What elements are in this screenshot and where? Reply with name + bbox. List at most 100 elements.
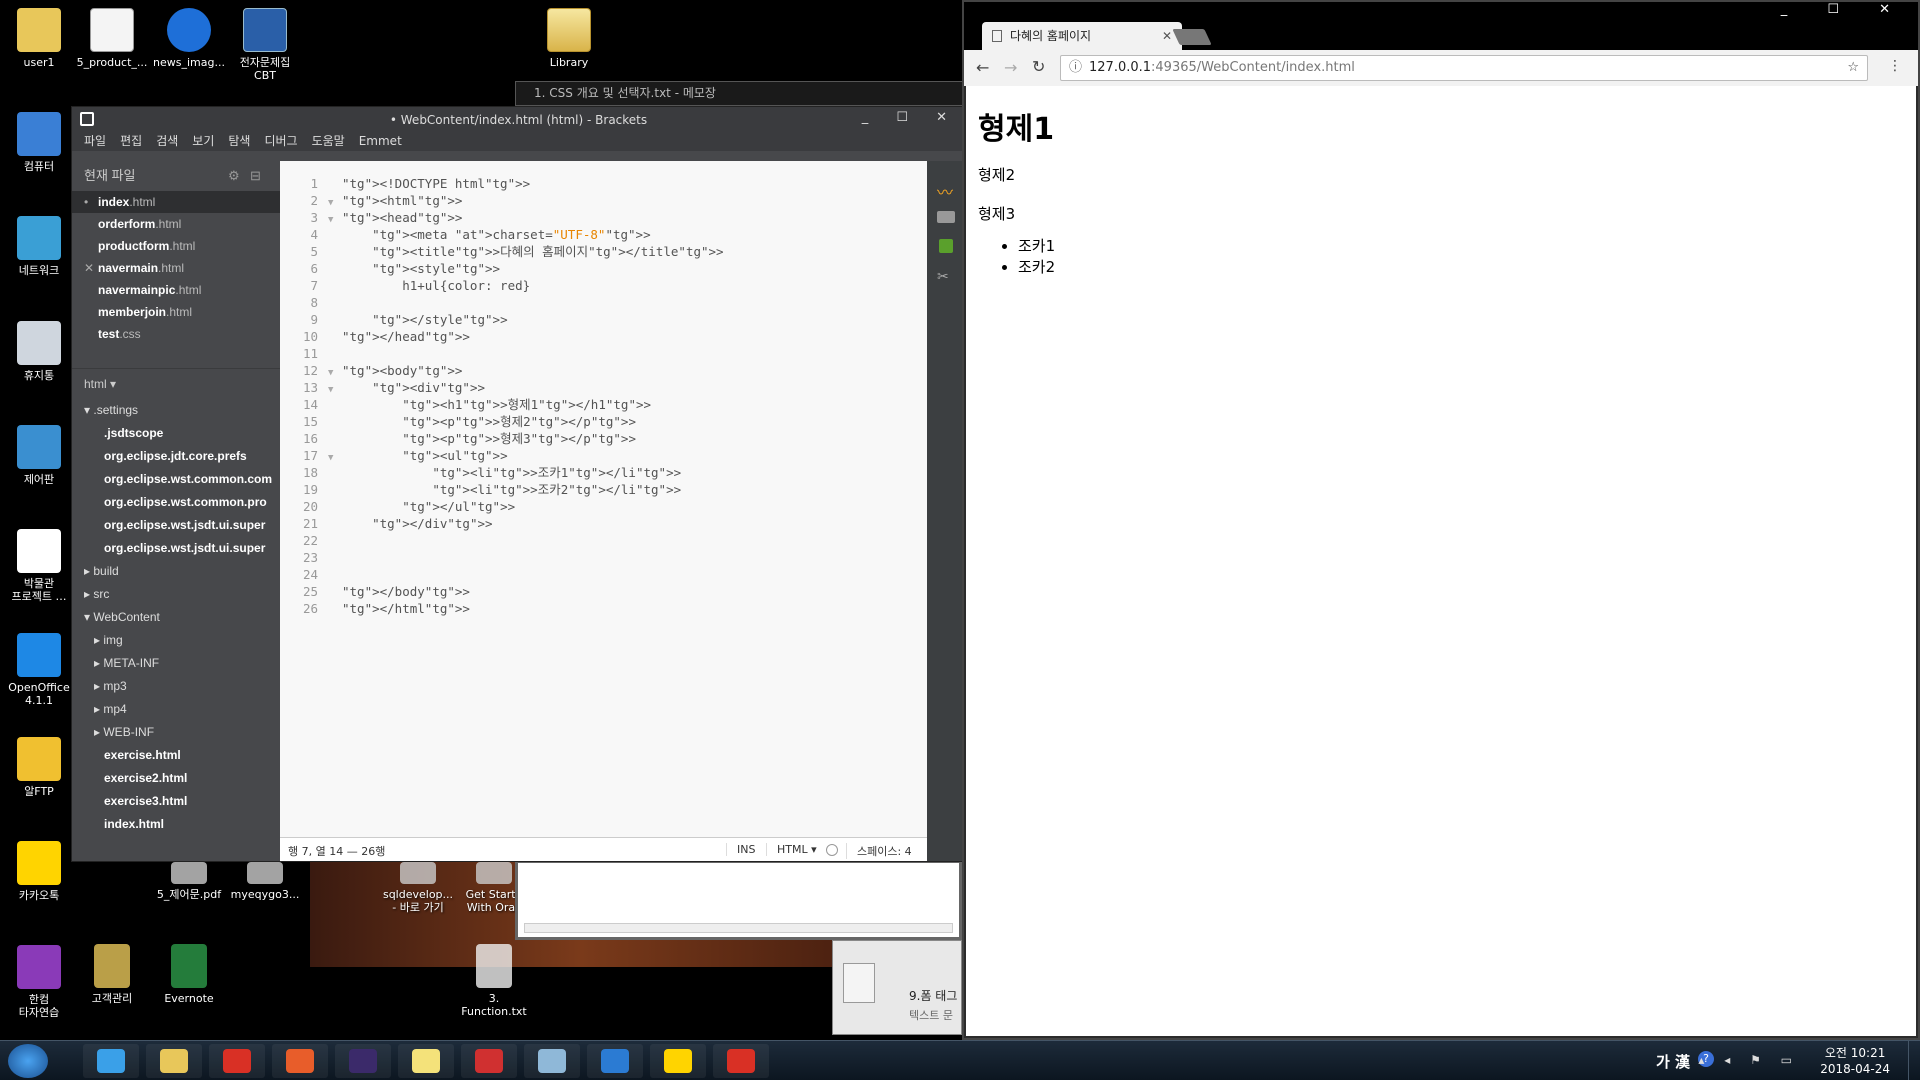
clock[interactable]: 오전 10:21 2018-04-24	[1820, 1045, 1890, 1077]
desktop-icon[interactable]: 박물관 프로젝트 …	[0, 529, 78, 603]
chrome-window[interactable]: 다혜의 홈페이지 ✕ _ ☐ ✕ ← → ↻ ⓘ 127.0.0.1:49365…	[962, 0, 1920, 1040]
tree-item[interactable]: ▸ build	[84, 560, 280, 583]
tree-item[interactable]: ▸ WEB-INF	[84, 721, 280, 744]
taskbar-sticky-button[interactable]	[398, 1044, 454, 1078]
taskbar-snipping-button[interactable]	[461, 1044, 517, 1078]
desktop-icon[interactable]: 알FTP	[0, 737, 78, 798]
tree-item[interactable]: ▾ .settings	[84, 399, 280, 422]
tree-item[interactable]: exercise2.html	[84, 767, 280, 790]
desktop-icon[interactable]: OpenOffice 4.1.1	[0, 633, 78, 707]
working-file-item[interactable]: • index.html	[72, 191, 280, 213]
tree-item[interactable]: ▸ src	[84, 583, 280, 606]
desktop-icon[interactable]: Library	[530, 8, 608, 69]
code-line[interactable]: 14 "tg"><h1"tg">>형제1"tg"></h1"tg">>	[280, 396, 928, 413]
code-line[interactable]: 15 "tg"><p"tg">>형제2"tg"></p"tg">>	[280, 413, 928, 430]
tree-item[interactable]: org.eclipse.wst.common.com	[84, 468, 280, 491]
working-file-item[interactable]: productform.html	[72, 235, 280, 257]
code-line[interactable]: 16 "tg"><p"tg">>형제3"tg"></p"tg">>	[280, 430, 928, 447]
code-line[interactable]: 20 "tg"></ul"tg">>	[280, 498, 928, 515]
code-editor[interactable]: 1 "tg"><!DOCTYPE html"tg">> 2 ▼ "tg"><html"t…	[280, 161, 928, 837]
code-line[interactable]: 6 "tg"><style"tg">>	[280, 260, 928, 277]
desktop-icon[interactable]: 한컴 타자연습	[0, 945, 78, 1019]
language-select[interactable]: HTML ▾	[766, 843, 817, 856]
new-tab-button[interactable]	[1172, 29, 1212, 45]
code-line[interactable]: 17 ▼ "tg"><ul"tg">>	[280, 447, 928, 464]
code-line[interactable]: 11	[280, 345, 928, 362]
taskbar-ie-button[interactable]	[83, 1044, 139, 1078]
desktop-icon[interactable]: Evernote	[150, 944, 228, 1005]
menu-icon[interactable]: ⋮	[1888, 58, 1902, 74]
menu-item[interactable]: Emmet	[359, 131, 402, 151]
taskbar-notepad-button[interactable]	[524, 1044, 580, 1078]
tree-item[interactable]: index.html	[84, 813, 280, 836]
working-file-item[interactable]: memberjoin.html	[72, 301, 280, 323]
tree-item[interactable]: org.eclipse.wst.jsdt.ui.super	[84, 537, 280, 560]
code-line[interactable]: 5 "tg"><title"tg">>다혜의 홈페이지"tg"></title"…	[280, 243, 928, 260]
desktop-icon[interactable]: 5_product_...	[73, 8, 151, 69]
chrome-window-controls[interactable]: _ ☐ ✕	[1781, 2, 1908, 17]
code-line[interactable]: 19 "tg"><li"tg">>조카2"tg"></li"tg">>	[280, 481, 928, 498]
menu-item[interactable]: 보기	[192, 131, 214, 151]
code-line[interactable]: 13 ▼ "tg"><div"tg">>	[280, 379, 928, 396]
tab-close-icon[interactable]: ✕	[1162, 22, 1172, 50]
notepad-scrollbar[interactable]	[524, 923, 953, 933]
linter-status-icon[interactable]	[826, 844, 838, 856]
desktop-icon[interactable]: 휴지통	[0, 321, 78, 382]
live-preview-icon[interactable]: 〰	[937, 179, 953, 203]
tree-item[interactable]: .jsdtscope	[84, 422, 280, 445]
show-desktop-button[interactable]	[1908, 1041, 1920, 1080]
file-status-mark[interactable]: ✕	[84, 257, 94, 279]
menu-item[interactable]: 파일	[84, 131, 106, 151]
tree-item[interactable]: exercise3.html	[84, 790, 280, 813]
code-line[interactable]: 26 "tg"></html"tg">>	[280, 600, 928, 617]
tree-item[interactable]: org.eclipse.wst.jsdt.ui.super	[84, 514, 280, 537]
working-file-item[interactable]: orderform.html	[72, 213, 280, 235]
code-line[interactable]: 2 ▼ "tg"><html"tg">>	[280, 192, 928, 209]
file-preview-window[interactable]: 9.폼 태그 텍스트 문	[832, 940, 962, 1035]
split-view-icon[interactable]: ⊟	[250, 161, 261, 191]
code-line[interactable]: 18 "tg"><li"tg">>조카1"tg"></li"tg">>	[280, 464, 928, 481]
tree-item[interactable]: ▸ img	[84, 629, 280, 652]
desktop-icon[interactable]: 고객관리	[73, 944, 151, 1005]
notepad-window-body[interactable]	[515, 860, 962, 940]
code-line[interactable]: 1 "tg"><!DOCTYPE html"tg">>	[280, 175, 928, 192]
taskbar-media-button[interactable]	[272, 1044, 328, 1078]
address-bar[interactable]: ⓘ 127.0.0.1:49365/WebContent/index.html …	[1060, 55, 1868, 81]
gear-icon[interactable]: ⚙	[228, 161, 240, 191]
chrome-tab[interactable]: 다혜의 홈페이지 ✕	[982, 22, 1182, 50]
menu-item[interactable]: 도움말	[312, 131, 345, 151]
taskbar-chrome-button[interactable]	[209, 1044, 265, 1078]
menu-item[interactable]: 편집	[120, 131, 142, 151]
brackets-window[interactable]: • WebContent/index.html (html) - Bracket…	[71, 106, 966, 862]
menu-item[interactable]: 탐색	[228, 131, 250, 151]
taskbar-explorer-button[interactable]	[146, 1044, 202, 1078]
code-line[interactable]: 22	[280, 532, 928, 549]
taskbar-chrome-button[interactable]	[713, 1044, 769, 1078]
tree-item[interactable]: exercise.html	[84, 744, 280, 767]
brackets-window-controls[interactable]: _ ☐ ✕	[862, 110, 959, 125]
code-line[interactable]: 3 ▼ "tg"><head"tg">>	[280, 209, 928, 226]
reload-icon[interactable]: ↻	[1032, 57, 1045, 76]
project-dropdown[interactable]: html ▾	[72, 369, 280, 399]
code-line[interactable]: 7 h1+ul{color: red}	[280, 277, 928, 294]
code-line[interactable]: 10 "tg"></head"tg">>	[280, 328, 928, 345]
desktop-icon[interactable]: 전자문제집 CBT	[226, 8, 304, 82]
menu-item[interactable]: 디버그	[264, 131, 297, 151]
code-line[interactable]: 21 "tg"></div"tg">>	[280, 515, 928, 532]
desktop-icon[interactable]: 3. Function.txt	[455, 944, 533, 1018]
taskbar-eclipse-button[interactable]	[335, 1044, 391, 1078]
insert-mode[interactable]: INS	[726, 843, 755, 856]
code-line[interactable]: 4 "tg"><meta "at">charset="UTF-8""tg">>	[280, 226, 928, 243]
desktop-icon[interactable]: 컴퓨터	[0, 112, 78, 173]
extension-icon[interactable]	[939, 239, 953, 253]
tree-item[interactable]: ▸ mp4	[84, 698, 280, 721]
taskbar-kakaotalk-button[interactable]	[650, 1044, 706, 1078]
brackets-titlebar[interactable]: • WebContent/index.html (html) - Bracket…	[72, 107, 965, 131]
ime-indicator[interactable]: 가 漢	[1656, 1051, 1690, 1072]
tree-item[interactable]: org.eclipse.jdt.core.prefs	[84, 445, 280, 468]
desktop-icon[interactable]: 제어판	[0, 425, 78, 486]
tools-icon[interactable]: ✂	[937, 269, 949, 285]
code-line[interactable]: 23	[280, 549, 928, 566]
working-file-item[interactable]: ✕ navermain.html	[72, 257, 280, 279]
desktop-icon[interactable]: 네트워크	[0, 216, 78, 277]
